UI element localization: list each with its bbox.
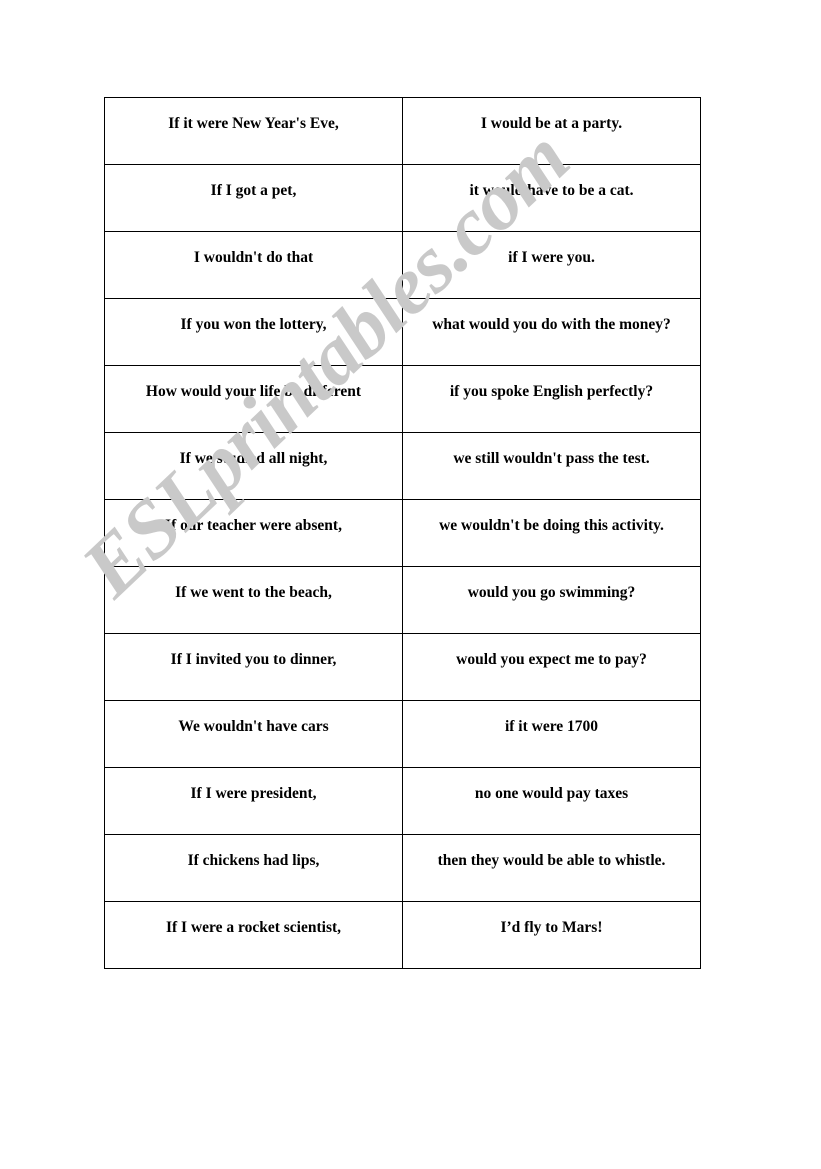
clause-text-right: if it were 1700 xyxy=(504,718,599,735)
clause-cell-left: If it were New Year's Eve, xyxy=(104,97,403,165)
clause-cell-right: if I were you. xyxy=(402,231,701,299)
clause-cell-right: we wouldn't be doing this activity. xyxy=(402,499,701,567)
clause-cell-left: If I invited you to dinner, xyxy=(104,633,403,701)
table-row: If I were president, no one would pay ta… xyxy=(104,767,701,835)
table-row: If you won the lottery, what would you d… xyxy=(104,298,701,366)
clause-text-right: I would be at a party. xyxy=(480,115,623,132)
clause-cell-right: if it were 1700 xyxy=(402,700,701,768)
clause-cell-left: If we studied all night, xyxy=(104,432,403,500)
matching-table-body: If it were New Year's Eve, I would be at… xyxy=(104,97,701,969)
clause-text-left: If I were president, xyxy=(190,785,317,802)
clause-cell-right: would you go swimming? xyxy=(402,566,701,634)
table-row: If our teacher were absent, we wouldn't … xyxy=(104,499,701,567)
clause-text-left: If we studied all night, xyxy=(179,450,328,467)
clause-cell-left: If I were a rocket scientist, xyxy=(104,901,403,969)
clause-cell-right: it would have to be a cat. xyxy=(402,164,701,232)
clause-text-left: If we went to the beach, xyxy=(175,584,332,601)
clause-text-right: if you spoke English perfectly? xyxy=(449,383,654,400)
clause-text-right: it would have to be a cat. xyxy=(469,182,634,199)
clause-cell-right: I would be at a party. xyxy=(402,97,701,165)
clause-text-right: then they would be able to whistle. xyxy=(437,852,666,869)
clause-text-right: if I were you. xyxy=(508,249,595,266)
clause-cell-left: If you won the lottery, xyxy=(104,298,403,366)
clause-text-right: we still wouldn't pass the test. xyxy=(453,450,650,467)
table-row: If I were a rocket scientist, I’d fly to… xyxy=(104,901,701,969)
clause-text-left: If chickens had lips, xyxy=(187,852,320,869)
clause-cell-left: I wouldn't do that xyxy=(104,231,403,299)
clause-text-right: no one would pay taxes xyxy=(474,785,629,802)
clause-cell-left: If chickens had lips, xyxy=(104,834,403,902)
clause-cell-left: We wouldn't have cars xyxy=(104,700,403,768)
clause-text-right: would you go swimming? xyxy=(467,584,636,601)
table-row: If I got a pet, it would have to be a ca… xyxy=(104,164,701,232)
clause-cell-right: no one would pay taxes xyxy=(402,767,701,835)
table-row: If chickens had lips, then they would be… xyxy=(104,834,701,902)
clause-cell-left: How would your life be different xyxy=(104,365,403,433)
clause-text-left: If our teacher were absent, xyxy=(165,517,342,534)
clause-cell-right: what would you do with the money? xyxy=(402,298,701,366)
clause-cell-right: then they would be able to whistle. xyxy=(402,834,701,902)
table-row: If it were New Year's Eve, I would be at… xyxy=(104,97,701,165)
clause-text-right: I’d fly to Mars! xyxy=(500,919,603,936)
clause-text-right: would you expect me to pay? xyxy=(456,651,647,668)
clause-cell-right: we still wouldn't pass the test. xyxy=(402,432,701,500)
table-row: I wouldn't do that if I were you. xyxy=(104,231,701,299)
clause-text-left: How would your life be different xyxy=(145,383,362,400)
clause-text-left: If I got a pet, xyxy=(210,182,297,199)
table-row: We wouldn't have cars if it were 1700 xyxy=(104,700,701,768)
clause-text-left: We wouldn't have cars xyxy=(178,718,329,735)
table-row: If we went to the beach, would you go sw… xyxy=(104,566,701,634)
clause-text-right: what would you do with the money? xyxy=(432,316,671,333)
clause-cell-left: If we went to the beach, xyxy=(104,566,403,634)
clause-text-left: I wouldn't do that xyxy=(193,249,314,266)
clause-text-left: If it were New Year's Eve, xyxy=(168,115,339,132)
clause-cell-right: if you spoke English perfectly? xyxy=(402,365,701,433)
clause-cell-right: I’d fly to Mars! xyxy=(402,901,701,969)
table-row: If I invited you to dinner, would you ex… xyxy=(104,633,701,701)
clause-cell-left: If our teacher were absent, xyxy=(104,499,403,567)
clause-cell-right: would you expect me to pay? xyxy=(402,633,701,701)
clause-cell-left: If I were president, xyxy=(104,767,403,835)
matching-table: If it were New Year's Eve, I would be at… xyxy=(104,97,701,969)
clause-text-left: If I invited you to dinner, xyxy=(170,651,337,668)
table-row: How would your life be different if you … xyxy=(104,365,701,433)
worksheet-page: If it were New Year's Eve, I would be at… xyxy=(0,0,821,1169)
clause-text-left: If I were a rocket scientist, xyxy=(165,919,342,936)
clause-text-left: If you won the lottery, xyxy=(180,316,327,333)
clause-cell-left: If I got a pet, xyxy=(104,164,403,232)
clause-text-right: we wouldn't be doing this activity. xyxy=(439,517,664,534)
table-row: If we studied all night, we still wouldn… xyxy=(104,432,701,500)
